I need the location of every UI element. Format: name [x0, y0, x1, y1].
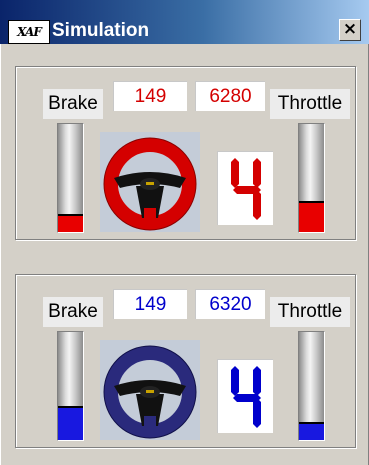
car2-steering-wheel-icon [100, 340, 200, 440]
car2-brake-bar-fill [58, 405, 83, 440]
car2-brake-bar [57, 331, 84, 441]
car1-brake-bar-fill [58, 213, 83, 232]
car1-speed-display: 149 [113, 81, 187, 111]
car2-throttle-bar [298, 331, 325, 441]
car1-rpm-display: 6280 [195, 81, 265, 111]
car2-brake-label: Brake [43, 297, 103, 327]
car2-throttle-bar-fill [299, 421, 324, 440]
car1-panel: Brake 149 6280 Throttle 4 [15, 66, 356, 240]
car2-gear-value: 4 [218, 360, 219, 361]
window-body: Brake 149 6280 Throttle 4 Brake 149 6320… [0, 44, 369, 465]
car1-throttle-label: Throttle [270, 89, 350, 119]
title-bar[interactable]: XAF Simulation × [0, 0, 369, 44]
car2-rpm-display: 6320 [195, 289, 265, 319]
car2-throttle-label: Throttle [270, 297, 350, 327]
car2-panel: Brake 149 6320 Throttle 4 [15, 274, 356, 448]
window-title: Simulation [52, 20, 150, 41]
car1-brake-bar [57, 123, 84, 233]
car1-steering-wheel-icon [100, 132, 200, 232]
car2-speed-display: 149 [113, 289, 187, 319]
car1-throttle-bar [298, 123, 325, 233]
car1-throttle-bar-fill [299, 200, 324, 232]
car1-gear-value: 4 [218, 152, 219, 153]
car2-gear-display: 4 [217, 359, 273, 433]
car1-brake-label: Brake [43, 89, 103, 119]
close-button[interactable]: × [339, 19, 361, 41]
app-logo-icon: XAF [8, 20, 50, 44]
car1-gear-display: 4 [217, 151, 273, 225]
